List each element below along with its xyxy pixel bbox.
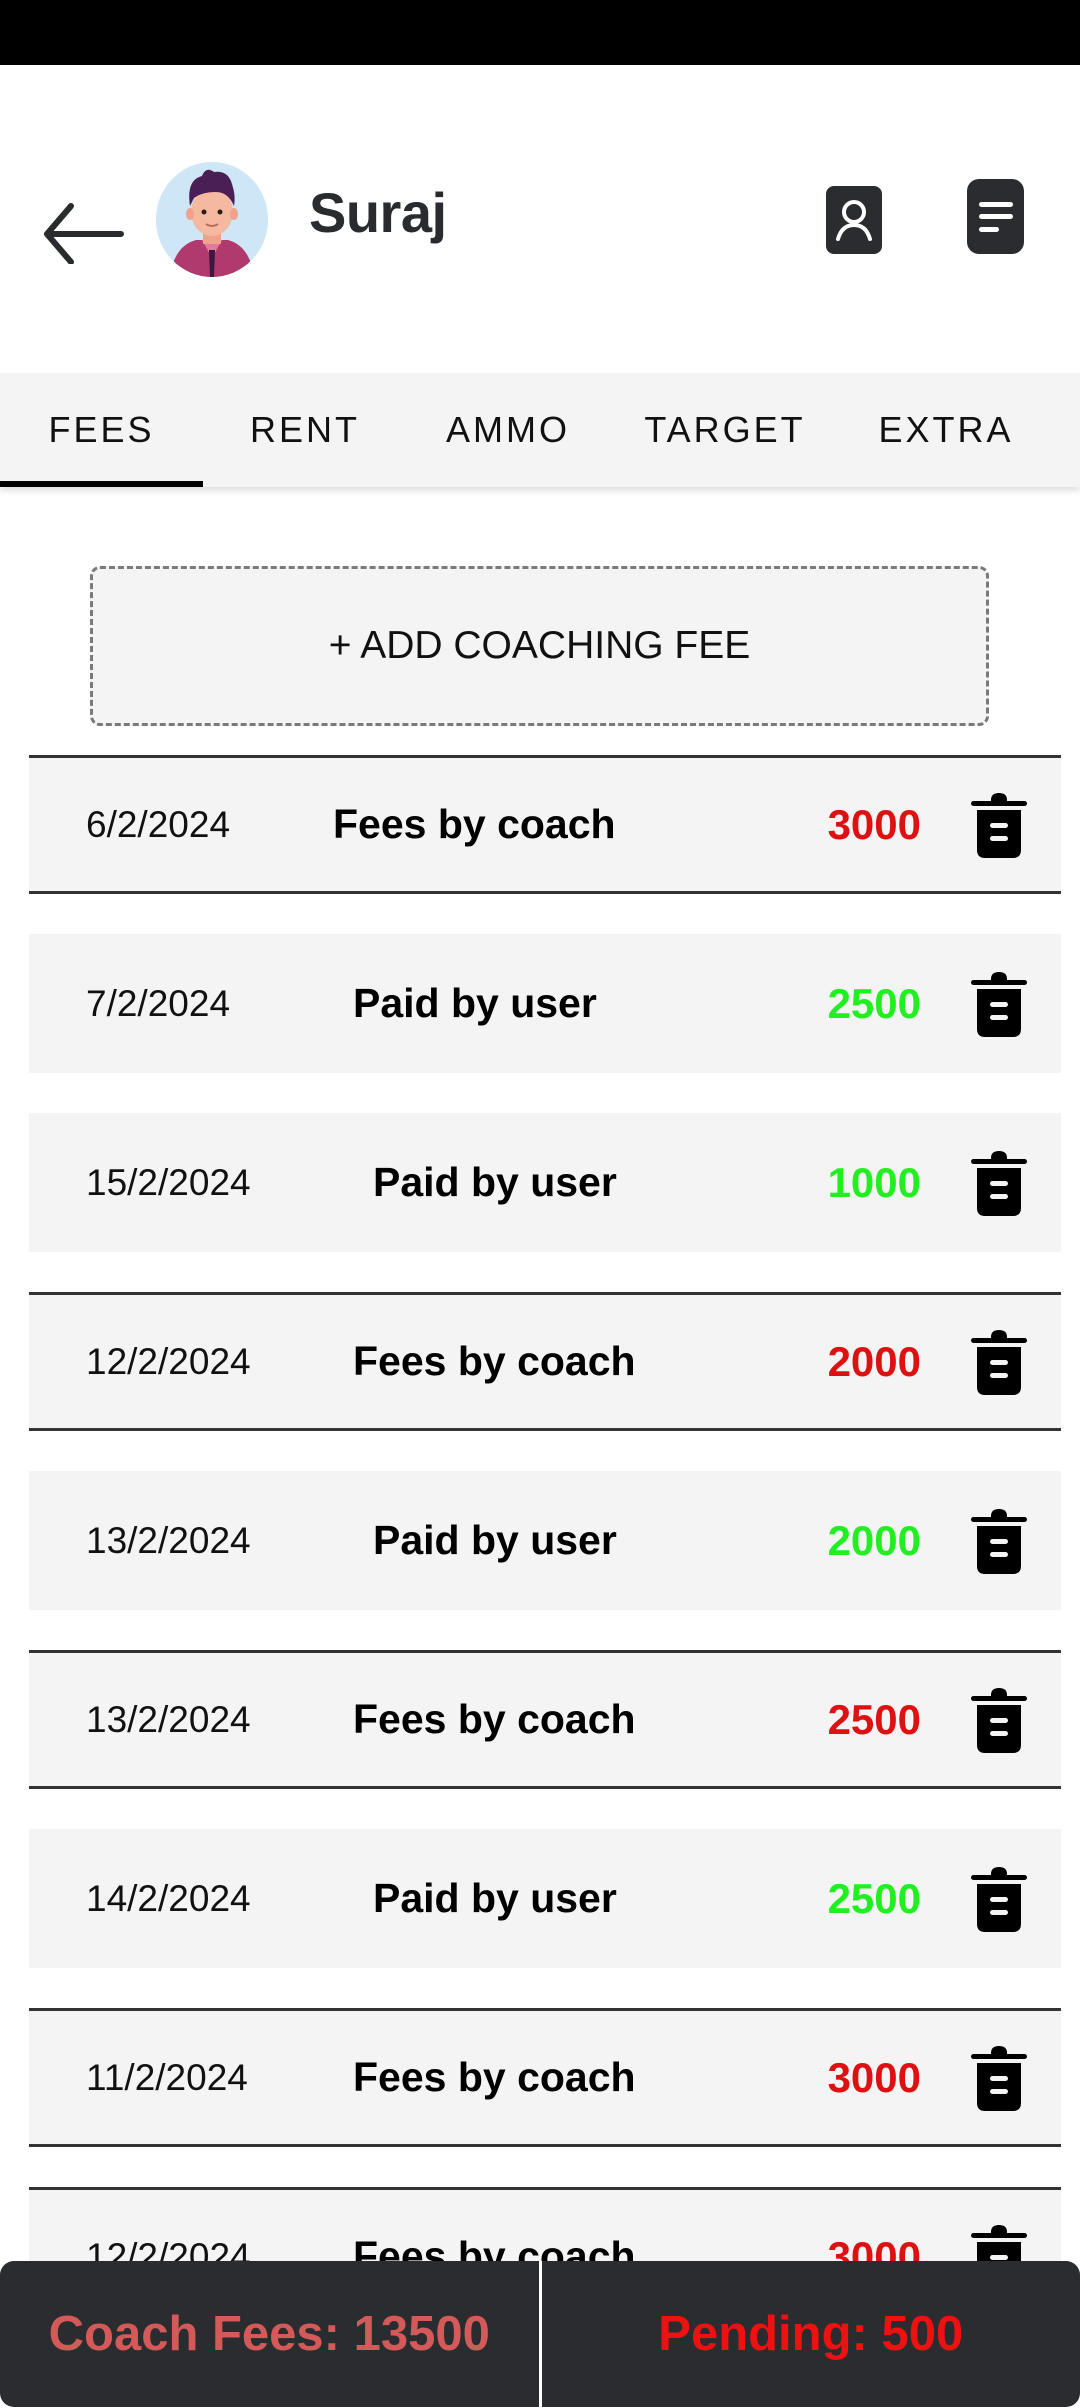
- delete-entry-button[interactable]: [964, 1471, 1034, 1610]
- entry-date: 15/2/2024: [86, 1161, 251, 1203]
- header: Suraj: [0, 65, 1080, 373]
- tab-label: AMMO: [446, 409, 570, 450]
- fee-entry-row[interactable]: 14/2/2024 Paid by user 2500: [29, 1829, 1061, 1968]
- fee-entry-row[interactable]: 11/2/2024 Fees by coach 3000: [29, 2008, 1061, 2147]
- entry-date: 7/2/2024: [86, 982, 231, 1024]
- trash-icon: [971, 1150, 1027, 1216]
- tab-fees[interactable]: FEES: [0, 373, 203, 487]
- user-avatar-icon: [156, 162, 268, 277]
- entry-description: Fees by coach: [353, 1338, 636, 1384]
- trash-icon: [971, 1866, 1027, 1932]
- trash-icon: [971, 1329, 1027, 1395]
- trash-icon: [971, 2045, 1027, 2111]
- tab-ammo[interactable]: AMMO: [407, 373, 609, 487]
- tab-active-indicator: [0, 481, 203, 487]
- delete-entry-button[interactable]: [964, 1829, 1034, 1968]
- entry-description: Paid by user: [373, 1517, 617, 1563]
- entry-date: 12/2/2024: [86, 1340, 251, 1382]
- fee-entry-row[interactable]: 7/2/2024 Paid by user 2500: [29, 934, 1061, 1073]
- delete-entry-button[interactable]: [964, 934, 1034, 1073]
- entry-amount: 2000: [827, 1337, 921, 1385]
- entry-description: Paid by user: [353, 980, 597, 1026]
- entry-amount: 2000: [827, 1516, 921, 1564]
- entry-amount: 2500: [827, 1874, 921, 1922]
- fee-entry-row[interactable]: 15/2/2024 Paid by user 1000: [29, 1113, 1061, 1252]
- document-lines-icon: [978, 201, 1013, 232]
- status-bar: [0, 0, 1080, 65]
- entry-date: 13/2/2024: [86, 1698, 251, 1740]
- menu-button[interactable]: [967, 179, 1024, 254]
- entry-amount: 2500: [827, 1695, 921, 1743]
- add-coaching-fee-label: + ADD COACHING FEE: [328, 624, 751, 667]
- tab-bar: FEES RENT AMMO TARGET EXTRA: [0, 373, 1080, 487]
- entry-date: 13/2/2024: [86, 1519, 251, 1561]
- entry-amount: 1000: [827, 1158, 921, 1206]
- tab-label: TARGET: [644, 409, 806, 450]
- entry-date: 11/2/2024: [86, 2056, 248, 2098]
- arrow-left-icon: [44, 203, 124, 264]
- entry-date: 14/2/2024: [86, 1877, 251, 1919]
- back-button[interactable]: [38, 197, 128, 267]
- fee-entry-row[interactable]: 13/2/2024 Paid by user 2000: [29, 1471, 1061, 1610]
- delete-entry-button[interactable]: [964, 758, 1034, 891]
- trash-icon: [971, 1508, 1027, 1574]
- fee-entry-list: 6/2/2024 Fees by coach 3000 7/2/2024 Paid by…: [29, 755, 1061, 2366]
- trash-icon: [971, 1687, 1027, 1753]
- entry-description: Fees by coach: [353, 2054, 636, 2100]
- tab-target[interactable]: TARGET: [609, 373, 841, 487]
- user-name: Suraj: [309, 181, 447, 244]
- entry-amount: 3000: [827, 800, 921, 848]
- tab-label: FEES: [48, 409, 155, 450]
- trash-icon: [971, 971, 1027, 1037]
- entry-description: Paid by user: [373, 1159, 617, 1205]
- person-icon: [836, 200, 872, 241]
- trash-icon: [971, 792, 1027, 858]
- tab-label: EXTRA: [878, 409, 1014, 450]
- tab-label: RENT: [250, 409, 360, 450]
- delete-entry-button[interactable]: [964, 2011, 1034, 2144]
- delete-entry-button[interactable]: [964, 1653, 1034, 1786]
- entry-amount: 3000: [827, 2053, 921, 2101]
- tab-rent[interactable]: RENT: [203, 373, 407, 487]
- delete-entry-button[interactable]: [964, 1295, 1034, 1428]
- delete-entry-button[interactable]: [964, 1113, 1034, 1252]
- coach-fees-total: Coach Fees: 13500: [48, 2307, 490, 2361]
- entry-date: 6/2/2024: [86, 803, 231, 845]
- entry-description: Paid by user: [373, 1875, 617, 1921]
- profile-button[interactable]: [826, 186, 882, 254]
- summary-footer: Coach Fees: 13500 Pending: 500: [0, 2261, 1080, 2407]
- fee-entry-row[interactable]: 12/2/2024 Fees by coach 2000: [29, 1292, 1061, 1431]
- pending-total: Pending: 500: [658, 2307, 964, 2361]
- entry-amount: 2500: [827, 979, 921, 1027]
- fee-entry-row[interactable]: 6/2/2024 Fees by coach 3000: [29, 755, 1061, 894]
- entry-description: Fees by coach: [353, 1696, 636, 1742]
- avatar[interactable]: [156, 162, 268, 277]
- add-coaching-fee-button[interactable]: + ADD COACHING FEE: [90, 566, 989, 726]
- fee-entry-row[interactable]: 13/2/2024 Fees by coach 2500: [29, 1650, 1061, 1789]
- tab-extra[interactable]: EXTRA: [841, 373, 1051, 487]
- entry-description: Fees by coach: [333, 801, 616, 847]
